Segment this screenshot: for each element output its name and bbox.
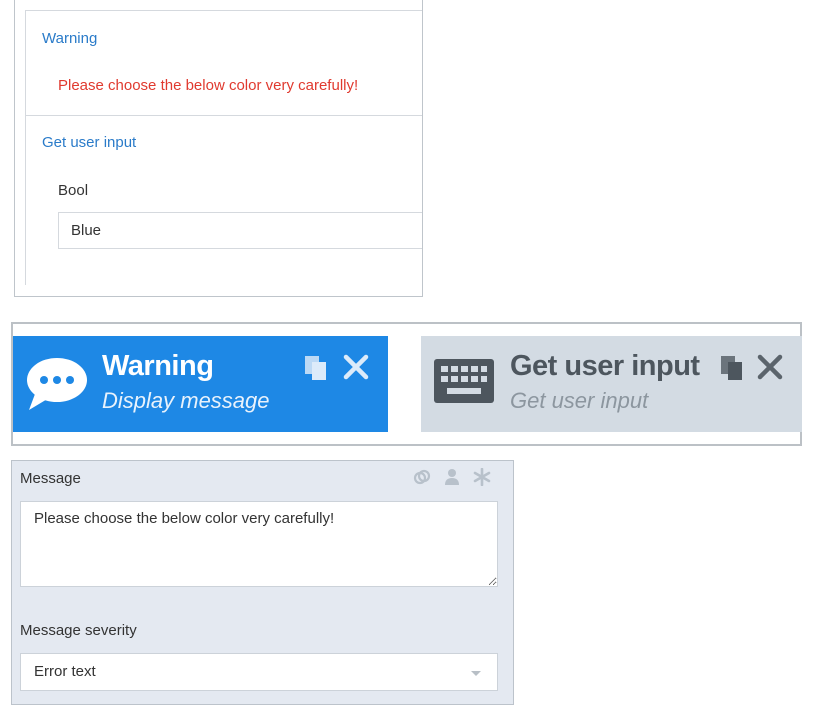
warning-message: Please choose the below color very caref… [58, 77, 359, 94]
user-icon[interactable] [443, 468, 461, 491]
message-severity-value: Error text [34, 663, 96, 680]
close-icon[interactable] [343, 354, 369, 385]
get-user-input-node-title: Get user input [510, 350, 700, 382]
warning-node-subtitle: Display message [102, 388, 270, 413]
user-input-section-title: Get user input [42, 134, 137, 151]
user-input-section: Get user input Bool Blue [25, 115, 422, 285]
chevron-down-icon[interactable] [471, 671, 481, 676]
workflow-canvas: Warning Display message Get user input G… [11, 322, 802, 446]
asterisk-icon[interactable] [473, 467, 491, 491]
message-label: Message [20, 470, 81, 487]
get-user-input-node[interactable]: Get user input Get user input [421, 336, 802, 432]
message-textarea[interactable]: Please choose the below color very caref… [20, 501, 498, 587]
keyboard-icon [433, 358, 495, 409]
message-severity-label: Message severity [20, 622, 137, 639]
warning-node[interactable]: Warning Display message [13, 336, 388, 432]
get-user-input-node-subtitle: Get user input [510, 388, 649, 413]
message-severity-select[interactable]: Error text [20, 653, 498, 691]
bool-label: Bool [58, 182, 89, 199]
close-icon[interactable] [757, 354, 783, 385]
warning-node-title: Warning [102, 350, 214, 382]
warning-section-title: Warning [42, 30, 98, 47]
preview-panel: Warning Please choose the below color ve… [14, 0, 423, 297]
link-icon[interactable] [413, 468, 431, 491]
chat-bubble-icon [25, 354, 89, 419]
warning-section: Warning Please choose the below color ve… [25, 10, 422, 116]
copy-icon[interactable] [719, 354, 747, 387]
bool-select[interactable]: Blue [58, 212, 422, 249]
copy-icon[interactable] [303, 354, 331, 387]
properties-panel: Message Please choose the below color ve… [11, 460, 514, 705]
header-icons [413, 467, 491, 491]
